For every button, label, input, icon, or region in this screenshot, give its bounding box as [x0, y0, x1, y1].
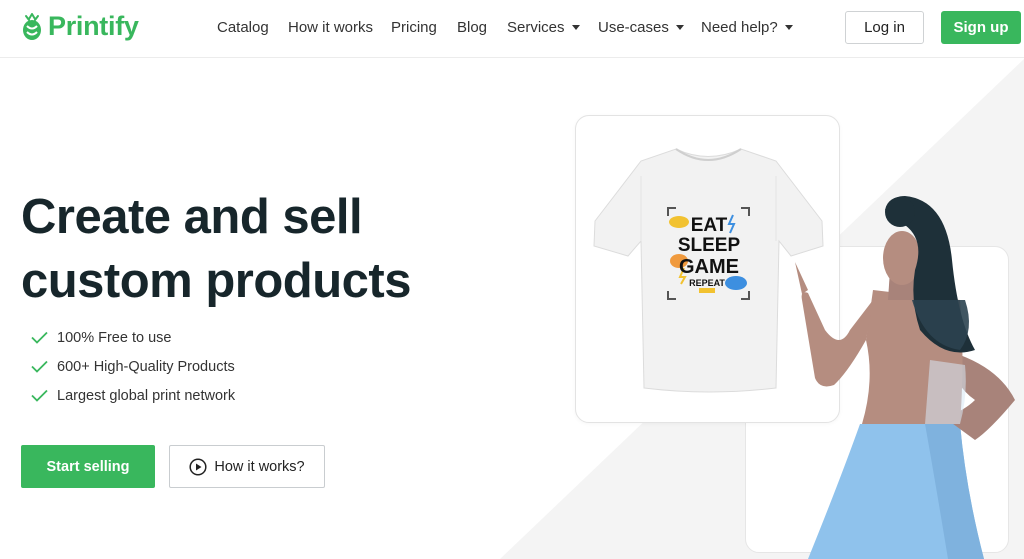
caret-down-icon [571, 24, 580, 30]
landing-page: Printify Catalog How it works Pricing Bl… [0, 0, 1024, 559]
print-line-3: GAME [679, 256, 739, 278]
nav-item-use-cases-label: Use-cases [598, 19, 669, 36]
nav-item-how-it-works[interactable]: How it works [288, 19, 373, 36]
nav-item-catalog[interactable]: Catalog [217, 19, 269, 36]
check-icon [31, 389, 48, 402]
how-it-works-button[interactable]: How it works? [169, 445, 325, 488]
caret-down-icon [784, 24, 793, 30]
caret-down-icon [675, 24, 684, 30]
feature-item: Largest global print network [31, 381, 235, 410]
nav-item-pricing[interactable]: Pricing [391, 19, 437, 36]
nav-item-need-help[interactable]: Need help? [701, 19, 793, 36]
signup-button[interactable]: Sign up [941, 11, 1021, 44]
print-line-1: EAT [691, 215, 728, 236]
nav-item-services[interactable]: Services [507, 19, 580, 36]
play-circle-icon [189, 457, 207, 476]
feature-item: 100% Free to use [31, 323, 235, 352]
hero-title-line-2: custom products [21, 254, 411, 308]
nav-item-services-label: Services [507, 19, 565, 36]
brand-logo[interactable]: Printify [20, 11, 139, 42]
nav-item-blog[interactable]: Blog [457, 19, 487, 36]
hero-title-line-1: Create and sell [21, 190, 363, 244]
hero-title: Create and sell custom products [21, 185, 411, 313]
site-header: Printify Catalog How it works Pricing Bl… [0, 0, 1024, 58]
login-button[interactable]: Log in [845, 11, 924, 44]
nav-item-need-help-label: Need help? [701, 19, 778, 36]
check-icon [31, 360, 48, 373]
feature-item: 600+ High-Quality Products [31, 352, 235, 381]
printify-pineapple-icon [23, 12, 41, 40]
feature-label: 600+ High-Quality Products [57, 358, 235, 375]
feature-label: 100% Free to use [57, 329, 172, 346]
tshirt-image: EAT SLEEP GAME REPEAT [593, 148, 824, 393]
check-icon [31, 331, 48, 344]
start-selling-button[interactable]: Start selling [21, 445, 155, 488]
nav-item-use-cases[interactable]: Use-cases [598, 19, 684, 36]
feature-list: 100% Free to use 600+ High-Quality Produ… [31, 323, 235, 410]
how-it-works-label: How it works? [214, 458, 305, 475]
feature-label: Largest global print network [57, 387, 236, 404]
brand-name: Printify [48, 11, 139, 41]
print-line-2: SLEEP [678, 235, 741, 256]
product-card: EAT SLEEP GAME REPEAT [575, 115, 840, 423]
print-line-4: REPEAT [689, 278, 725, 288]
